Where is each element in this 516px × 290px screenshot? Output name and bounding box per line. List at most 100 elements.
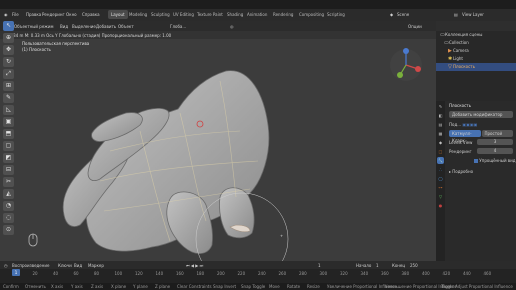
optimal-display-row: Упрощённый вид — [446, 156, 516, 165]
timeline-header: ◷ Воспроизведение Ключи Вид Маркер ⏮ ◀ ▶… — [0, 261, 516, 269]
data-tab-icon[interactable]: ▽ — [437, 193, 444, 200]
timeline-tick: 100 — [114, 271, 123, 276]
render-levels-field[interactable]: 4 — [477, 148, 513, 154]
outliner-item-camera[interactable]: ▶Camera — [436, 47, 516, 55]
blender-logo-icon[interactable]: ◉ — [4, 12, 8, 17]
status-hint: Rotate — [287, 284, 301, 289]
timeline-view-menu[interactable]: Вид — [74, 263, 82, 268]
advanced-subpanel[interactable]: ▸ Подробно — [446, 167, 516, 176]
spin-icon[interactable]: ◔ — [3, 201, 14, 211]
render-tab-icon[interactable]: ◧ — [437, 112, 444, 119]
modifier-tab-icon[interactable]: 🔧 — [437, 157, 444, 164]
transform-icon[interactable]: ⊞ — [3, 81, 14, 91]
cursor-select-icon[interactable]: ↖ — [3, 21, 14, 31]
playback-controls-icon[interactable]: ⏮ ◀ ▶ ⏭ — [186, 263, 203, 268]
timeline-ruler[interactable]: 1 20 40 60 80 100 120 140 160 180 200 220 240 260 280… — [0, 269, 516, 283]
outliner[interactable]: ▭Коллекция сцены ▭Collection ▶Camera ✱Li… — [436, 21, 516, 101]
extrude-icon[interactable]: ⬒ — [3, 129, 14, 139]
top-bar: ◉ File Правка Рендеринг Окно Справка Lay… — [0, 9, 516, 21]
tab-layout[interactable]: Layout — [108, 10, 128, 19]
timeline-tick: 460 — [483, 271, 492, 276]
tab-simple[interactable]: Простой — [481, 130, 513, 137]
inset-icon[interactable]: ▢ — [3, 141, 14, 151]
keying-menu[interactable]: Ключи — [58, 263, 72, 268]
scene-tab-icon[interactable]: ◆ — [437, 139, 444, 146]
modifier-name[interactable]: Под... — [449, 122, 461, 127]
tab-animation[interactable]: Animation — [244, 10, 270, 19]
tab-compositing[interactable]: Compositing — [296, 10, 327, 19]
poly-build-icon[interactable]: ◭ — [3, 189, 14, 199]
outliner-item-collection[interactable]: ▭Collection — [436, 39, 516, 47]
menu-render[interactable]: Рендеринг — [42, 12, 65, 17]
menu-window[interactable]: Окно — [66, 12, 77, 17]
menu-file[interactable]: File — [12, 12, 19, 17]
outliner-item-light[interactable]: ✱Light — [436, 55, 516, 63]
physics-tab-icon[interactable]: ◯ — [437, 175, 444, 182]
bevel-icon[interactable]: ◩ — [3, 153, 14, 163]
end-frame-field[interactable]: 250 — [410, 263, 418, 268]
current-frame-field[interactable]: 1 — [318, 263, 321, 268]
status-hint: Y plane — [133, 284, 148, 289]
output-tab-icon[interactable]: ▤ — [437, 121, 444, 128]
particles-tab-icon[interactable]: ∴ — [437, 166, 444, 173]
material-tab-icon[interactable]: ● — [437, 202, 444, 209]
tab-catmull-clark[interactable]: Катмулл-Кларк — [449, 130, 481, 143]
timeline-editor-icon[interactable]: ◷ — [4, 263, 8, 268]
scene-selector[interactable]: Scene — [397, 12, 409, 17]
status-hint: Snap Invert — [213, 284, 237, 289]
tab-sculpting[interactable]: Sculpting — [148, 10, 173, 19]
marker-menu[interactable]: Маркер — [88, 263, 104, 268]
mouse-cursor-icon: ⁺ — [280, 234, 283, 241]
timeline-tick: 240 — [258, 271, 266, 276]
3d-viewport[interactable]: ⬚ Объектный режим Вид Выделение Добавить… — [0, 21, 436, 261]
tab-shading[interactable]: Shading — [224, 10, 246, 19]
move-icon[interactable]: ✥ — [3, 45, 14, 55]
shrink-icon[interactable]: ⊙ — [3, 225, 14, 235]
timeline-tick: 320 — [340, 271, 348, 276]
rotate-icon[interactable]: ↻ — [3, 57, 14, 67]
outliner-scene-collection[interactable]: ▭Коллекция сцены — [436, 31, 516, 39]
hand-mesh[interactable]: ⁺ — [0, 21, 436, 261]
timeline-tick: 420 — [442, 271, 451, 276]
status-hint: Move — [269, 284, 280, 289]
object-tab-icon[interactable]: □ — [437, 148, 444, 155]
optimal-display-checkbox[interactable] — [474, 159, 478, 163]
menu-help[interactable]: Справка — [82, 12, 100, 17]
status-hint: Z plane — [155, 284, 171, 289]
add-modifier-button[interactable]: Добавить модификатор — [449, 111, 513, 118]
timeline-tick: 200 — [217, 271, 225, 276]
tab-uv-editing[interactable]: UV Editing — [170, 10, 197, 19]
timeline-tick: 140 — [155, 271, 164, 276]
timeline[interactable]: ◷ Воспроизведение Ключи Вид Маркер ⏮ ◀ ▶… — [0, 261, 516, 283]
constraints-tab-icon[interactable]: ⊶ — [437, 184, 444, 191]
menu-edit[interactable]: Правка — [26, 12, 41, 17]
tab-rendering[interactable]: Rendering — [270, 10, 296, 19]
loop-cut-icon[interactable]: ⊟ — [3, 165, 14, 175]
outliner-header — [436, 21, 516, 31]
tool-tab-icon[interactable]: ✎ — [437, 103, 444, 110]
view-layer-tab-icon[interactable]: ▦ — [437, 130, 444, 137]
add-cube-icon[interactable]: ▣ — [3, 117, 14, 127]
tab-scripting[interactable]: Scripting — [324, 10, 348, 19]
smooth-icon[interactable]: ◌ — [3, 213, 14, 223]
view-layer-selector[interactable]: View Layer — [462, 12, 484, 17]
render-levels-row: Рендеринг 4 — [446, 147, 516, 156]
annotate-icon[interactable]: ✎ — [3, 93, 14, 103]
levels-view-field[interactable]: 3 — [477, 139, 513, 145]
navigation-gizmo[interactable] — [386, 45, 426, 85]
properties-object-name: Плоскость — [449, 103, 471, 108]
playback-menu[interactable]: Воспроизведение — [12, 263, 49, 268]
modifier-toggles-icon[interactable]: ▣▣▣▣ — [462, 122, 477, 127]
cursor-3d-icon[interactable]: ⊕ — [3, 33, 14, 43]
scale-icon[interactable]: ⤢ — [3, 69, 14, 79]
measure-icon[interactable]: ◺ — [3, 105, 14, 115]
start-frame-field[interactable]: 1 — [376, 263, 379, 268]
knife-icon[interactable]: ✂ — [3, 177, 14, 187]
tab-modeling[interactable]: Modeling — [126, 10, 150, 19]
properties-editor[interactable]: ✎ ◧ ▤ ▦ ◆ □ 🔧 ∴ ◯ ⊶ ▽ ● Плоскость Добави… — [436, 101, 516, 261]
timeline-tick: 340 — [360, 271, 369, 276]
tab-texture-paint[interactable]: Texture Paint — [194, 10, 226, 19]
outliner-item-plane[interactable]: ▽Плоскость — [436, 63, 516, 71]
status-hint: Отменить — [25, 284, 46, 289]
frame-cursor[interactable]: 1 — [12, 269, 20, 276]
